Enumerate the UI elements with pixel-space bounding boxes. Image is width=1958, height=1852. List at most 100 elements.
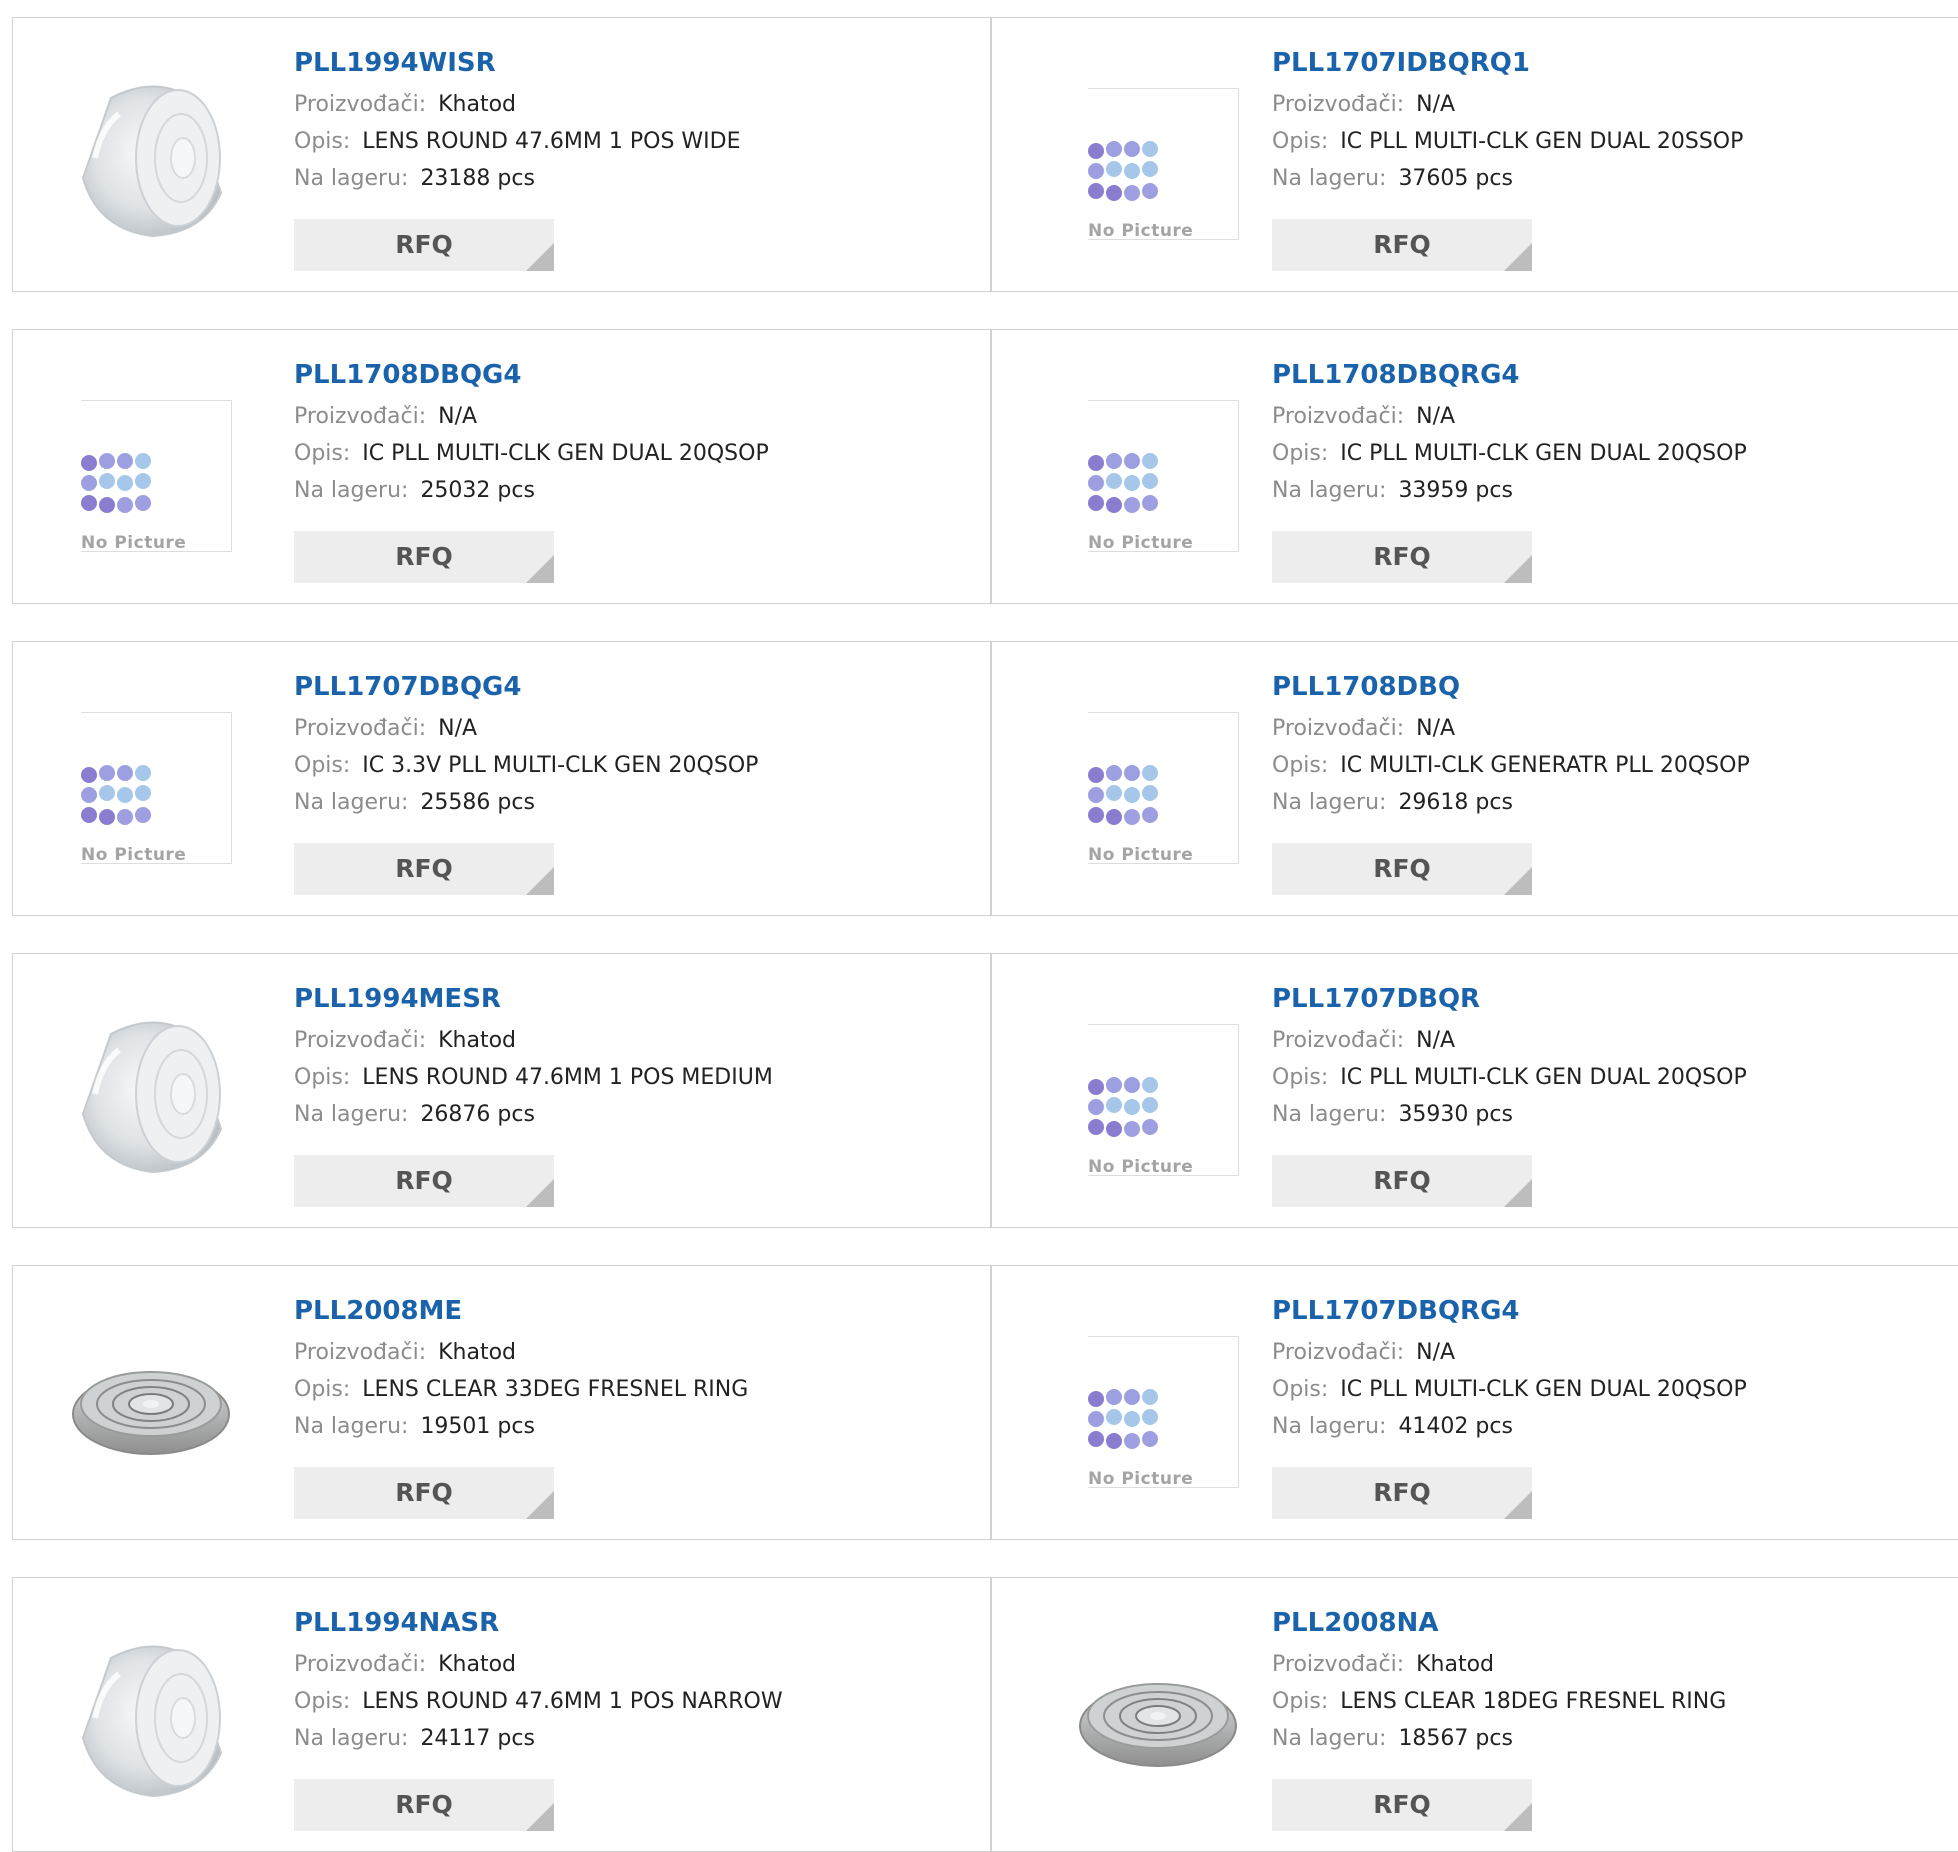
- manufacturer-value: N/A: [438, 716, 478, 741]
- product-thumbnail[interactable]: No Picture: [1060, 58, 1260, 258]
- part-number-link[interactable]: PLL1707DBQR: [1272, 982, 1932, 1022]
- stock-row: Na lageru: 41402 pcs: [1272, 1408, 1932, 1445]
- part-number-link[interactable]: PLL1707DBQRG4: [1272, 1294, 1932, 1334]
- manufacturer-row: Proizvođači: Khatod: [294, 1646, 954, 1683]
- rfq-label: RFQ: [395, 542, 453, 571]
- no-picture-placeholder: No Picture: [1088, 1336, 1239, 1489]
- rfq-button[interactable]: RFQ: [294, 219, 554, 271]
- manufacturer-label: Proizvođači:: [294, 1340, 427, 1365]
- description-value: IC PLL MULTI-CLK GEN DUAL 20QSOP: [362, 441, 769, 466]
- rfq-button[interactable]: RFQ: [1272, 1467, 1532, 1519]
- manufacturer-value: N/A: [438, 404, 478, 429]
- rfq-label: RFQ: [1373, 230, 1431, 259]
- no-picture-icon: [1088, 765, 1158, 825]
- product-thumbnail[interactable]: [53, 994, 253, 1194]
- part-number-link[interactable]: PLL1707DBQG4: [294, 670, 954, 710]
- rfq-button[interactable]: RFQ: [294, 1155, 554, 1207]
- no-picture-placeholder: No Picture: [1088, 1024, 1239, 1177]
- description-row: Opis: IC PLL MULTI-CLK GEN DUAL 20QSOP: [1272, 1371, 1932, 1408]
- manufacturer-value: Khatod: [1416, 1652, 1495, 1677]
- manufacturer-value: Khatod: [438, 92, 517, 117]
- stock-label: Na lageru:: [1272, 790, 1387, 815]
- manufacturer-row: Proizvođači: N/A: [294, 710, 954, 747]
- part-number-link[interactable]: PLL1994NASR: [294, 1606, 954, 1646]
- product-info: PLL1708DBQG4 Proizvođači: N/A Opis: IC PLL M…: [294, 358, 954, 509]
- product-thumbnail[interactable]: No Picture: [53, 682, 253, 882]
- product-info: PLL1708DBQ Proizvođači: N/A Opis: IC MULTI-C…: [1272, 670, 1932, 821]
- rfq-button[interactable]: RFQ: [294, 843, 554, 895]
- part-number-link[interactable]: PLL1708DBQG4: [294, 358, 954, 398]
- rfq-button[interactable]: RFQ: [1272, 1155, 1532, 1207]
- rfq-button[interactable]: RFQ: [1272, 843, 1532, 895]
- stock-row: Na lageru: 23188 pcs: [294, 160, 954, 197]
- stock-row: Na lageru: 24117 pcs: [294, 1720, 954, 1757]
- part-number-link[interactable]: PLL1707IDBQRQ1: [1272, 46, 1932, 86]
- rfq-button[interactable]: RFQ: [294, 1467, 554, 1519]
- description-value: LENS CLEAR 33DEG FRESNEL RING: [362, 1377, 749, 1402]
- product-card: PLL2008ME Proizvođači: Khatod Opis: LENS CLE…: [12, 1265, 992, 1540]
- manufacturer-value: Khatod: [438, 1028, 517, 1053]
- part-number-link[interactable]: PLL1708DBQRG4: [1272, 358, 1932, 398]
- rfq-button[interactable]: RFQ: [1272, 219, 1532, 271]
- stock-label: Na lageru:: [294, 1414, 409, 1439]
- description-row: Opis: IC MULTI-CLK GENERATR PLL 20QSOP: [1272, 747, 1932, 784]
- no-picture-icon: [1088, 1077, 1158, 1137]
- no-picture-icon: [81, 453, 151, 513]
- manufacturer-value: Khatod: [438, 1652, 517, 1677]
- product-info: PLL1994MESR Proizvođači: Khatod Opis: LENS R…: [294, 982, 954, 1133]
- product-info: PLL2008ME Proizvođači: Khatod Opis: LENS CLE…: [294, 1294, 954, 1445]
- product-thumbnail[interactable]: [53, 1618, 253, 1818]
- rfq-corner-icon: [526, 1803, 554, 1831]
- rfq-corner-icon: [1504, 1179, 1532, 1207]
- no-picture-label: No Picture: [81, 845, 187, 865]
- description-label: Opis:: [294, 1377, 351, 1402]
- description-label: Opis:: [1272, 753, 1329, 778]
- stock-label: Na lageru:: [294, 1102, 409, 1127]
- part-number-link[interactable]: PLL1994MESR: [294, 982, 954, 1022]
- rfq-corner-icon: [526, 1491, 554, 1519]
- rfq-button[interactable]: RFQ: [294, 1779, 554, 1831]
- stock-row: Na lageru: 25032 pcs: [294, 472, 954, 509]
- part-number-link[interactable]: PLL1994WISR: [294, 46, 954, 86]
- no-picture-label: No Picture: [1088, 845, 1194, 865]
- manufacturer-label: Proizvođači:: [294, 92, 427, 117]
- no-picture-label: No Picture: [1088, 533, 1194, 553]
- product-card: PLL2008NA Proizvođači: Khatod Opis: LENS CLE…: [990, 1577, 1958, 1852]
- product-info: PLL1707IDBQRQ1 Proizvođači: N/A Opis: IC PLL…: [1272, 46, 1932, 197]
- manufacturer-value: Khatod: [438, 1340, 517, 1365]
- rfq-button[interactable]: RFQ: [294, 531, 554, 583]
- rfq-label: RFQ: [1373, 1478, 1431, 1507]
- description-value: LENS ROUND 47.6MM 1 POS NARROW: [362, 1689, 783, 1714]
- stock-label: Na lageru:: [294, 1726, 409, 1751]
- product-thumbnail[interactable]: No Picture: [53, 370, 253, 570]
- stock-label: Na lageru:: [1272, 1102, 1387, 1127]
- rfq-button[interactable]: RFQ: [1272, 1779, 1532, 1831]
- rfq-button[interactable]: RFQ: [1272, 531, 1532, 583]
- no-picture-label: No Picture: [81, 533, 187, 553]
- manufacturer-row: Proizvođači: Khatod: [294, 86, 954, 123]
- product-thumbnail[interactable]: [1060, 1618, 1260, 1818]
- product-thumbnail[interactable]: No Picture: [1060, 370, 1260, 570]
- description-value: LENS ROUND 47.6MM 1 POS WIDE: [362, 129, 741, 154]
- manufacturer-label: Proizvođači:: [1272, 1652, 1405, 1677]
- manufacturer-row: Proizvođači: Khatod: [294, 1022, 954, 1059]
- description-label: Opis:: [294, 129, 351, 154]
- product-thumbnail[interactable]: No Picture: [1060, 1306, 1260, 1506]
- stock-value: 18567 pcs: [1398, 1726, 1513, 1751]
- product-info: PLL2008NA Proizvođači: Khatod Opis: LENS CLE…: [1272, 1606, 1932, 1757]
- product-thumbnail[interactable]: [53, 1306, 253, 1506]
- description-label: Opis:: [1272, 1377, 1329, 1402]
- product-thumbnail[interactable]: No Picture: [1060, 682, 1260, 882]
- lens-dome-icon: [81, 1645, 223, 1798]
- no-picture-placeholder: No Picture: [1088, 400, 1239, 553]
- product-thumbnail[interactable]: [53, 58, 253, 258]
- product-thumbnail[interactable]: No Picture: [1060, 994, 1260, 1194]
- stock-label: Na lageru:: [294, 478, 409, 503]
- description-label: Opis:: [294, 1689, 351, 1714]
- part-number-link[interactable]: PLL1708DBQ: [1272, 670, 1932, 710]
- product-info: PLL1994WISR Proizvođači: Khatod Opis: LENS R…: [294, 46, 954, 197]
- stock-label: Na lageru:: [294, 166, 409, 191]
- part-number-link[interactable]: PLL2008NA: [1272, 1606, 1932, 1646]
- lens-dome-icon: [81, 85, 223, 238]
- part-number-link[interactable]: PLL2008ME: [294, 1294, 954, 1334]
